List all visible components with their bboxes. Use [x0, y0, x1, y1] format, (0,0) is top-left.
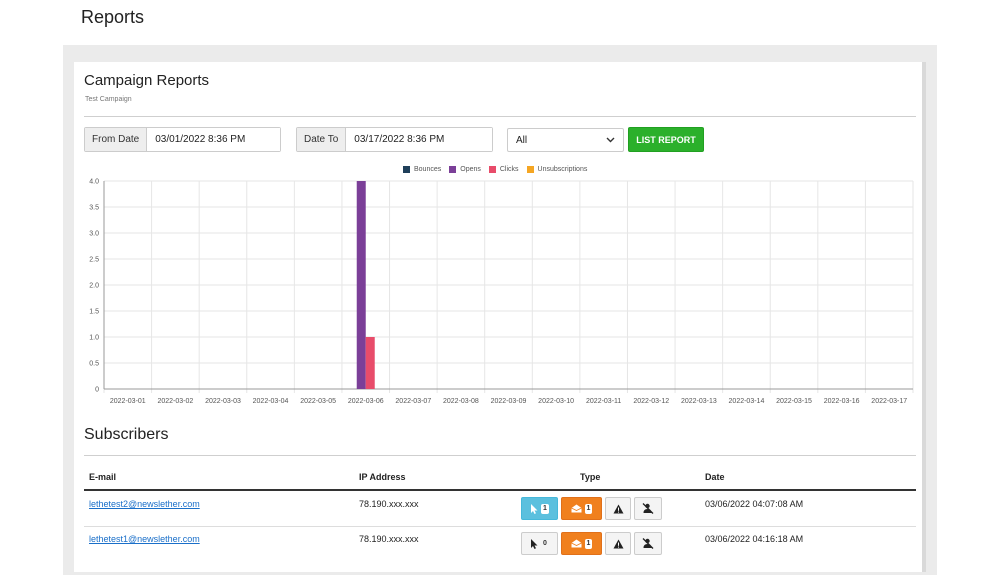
x-tick-label: 2022-03-16: [824, 398, 860, 405]
warning-icon: [613, 504, 623, 513]
bounce-button[interactable]: [605, 532, 631, 555]
cursor-icon: [531, 538, 538, 549]
header-date: Date: [705, 472, 725, 482]
clicks-count: 0: [543, 539, 547, 547]
x-tick-label: 2022-03-11: [586, 398, 621, 405]
x-tick-label: 2022-03-14: [729, 398, 765, 405]
subscribers-title: Subscribers: [84, 426, 169, 443]
type-select[interactable]: All: [507, 128, 624, 152]
subscriber-ip: 78.190.xxx.xxx: [359, 499, 419, 509]
y-tick-label: 0: [95, 387, 99, 394]
y-tick-label: 3.5: [89, 205, 99, 212]
clicks-count: 1: [541, 503, 549, 514]
subscriber-date: 03/06/2022 04:07:08 AM: [705, 499, 804, 509]
x-tick-label: 2022-03-04: [253, 398, 289, 405]
x-tick-label: 2022-03-02: [157, 398, 193, 405]
open-envelope-icon: [570, 504, 582, 513]
x-tick-label: 2022-03-06: [348, 398, 384, 405]
y-tick-label: 0.5: [89, 361, 99, 368]
page-title: Reports: [81, 7, 145, 27]
table-header-divider: [84, 489, 916, 491]
chevron-down-icon: [606, 135, 615, 146]
x-tick-label: 2022-03-07: [395, 398, 431, 405]
header-type: Type: [580, 472, 601, 482]
from-date-input[interactable]: 03/01/2022 8:36 PM: [147, 128, 280, 151]
card-subtitle: Test Campaign: [85, 96, 132, 103]
x-tick-label: 2022-03-05: [300, 398, 336, 405]
bar-clicks: [365, 337, 375, 389]
bar-opens: [356, 181, 366, 389]
x-tick-label: 2022-03-03: [205, 398, 241, 405]
x-tick-label: 2022-03-13: [681, 398, 717, 405]
type-select-value: All: [516, 134, 528, 146]
from-date-label: From Date: [85, 128, 148, 151]
clicks-button[interactable]: 0: [521, 532, 558, 555]
opens-button[interactable]: 1: [561, 497, 602, 520]
clicks-button[interactable]: 1: [521, 497, 558, 520]
list-report-button[interactable]: LIST REPORT: [628, 127, 704, 152]
divider: [84, 455, 916, 456]
report-chart: 0 0.5 1.0 1.5 2.0 2.5 3.0 3.5 4.0 2022-03-01 2022-…: [89, 179, 914, 405]
bounce-button[interactable]: [605, 497, 631, 520]
card-title: Campaign Reports: [84, 72, 210, 89]
y-tick-label: 3.0: [89, 231, 99, 238]
row-divider: [84, 526, 916, 527]
y-tick-label: 4.0: [89, 179, 99, 186]
opens-count: 1: [584, 503, 593, 514]
x-tick-label: 2022-03-10: [538, 398, 574, 405]
open-envelope-icon: [570, 539, 582, 548]
y-tick-label: 1.0: [89, 335, 99, 342]
y-tick-label: 2.5: [89, 257, 99, 264]
subscriber-ip: 78.190.xxx.xxx: [359, 534, 419, 544]
to-date-input[interactable]: 03/17/2022 8:36 PM: [346, 128, 492, 151]
subscriber-date: 03/06/2022 04:16:18 AM: [705, 534, 804, 544]
subscriber-email[interactable]: lethetest1@newslether.com: [89, 534, 200, 544]
opens-count: 1: [584, 538, 593, 549]
header-ip: IP Address: [359, 472, 406, 482]
header-email: E-mail: [89, 472, 117, 482]
user-slash-icon: [642, 503, 654, 514]
x-tick-label: 2022-03-17: [871, 398, 907, 405]
x-tick-label: 2022-03-01: [110, 398, 146, 405]
unsubscribe-button[interactable]: [634, 532, 662, 555]
divider: [84, 116, 916, 117]
y-tick-label: 2.0: [89, 283, 99, 290]
unsubscribe-button[interactable]: [634, 497, 662, 520]
warning-icon: [613, 539, 623, 548]
to-date-label: Date To: [297, 128, 347, 151]
from-date-group: From Date 03/01/2022 8:36 PM: [84, 127, 281, 152]
user-slash-icon: [642, 538, 654, 549]
to-date-group: Date To 03/17/2022 8:36 PM: [296, 127, 493, 152]
y-tick-label: 1.5: [89, 309, 99, 316]
cursor-icon: [531, 503, 538, 514]
x-tick-label: 2022-03-08: [443, 398, 479, 405]
x-tick-label: 2022-03-15: [776, 398, 812, 405]
subscriber-email[interactable]: lethetest2@newslether.com: [89, 499, 200, 509]
x-tick-label: 2022-03-12: [633, 398, 669, 405]
x-tick-label: 2022-03-09: [491, 398, 527, 405]
opens-button[interactable]: 1: [561, 532, 602, 555]
